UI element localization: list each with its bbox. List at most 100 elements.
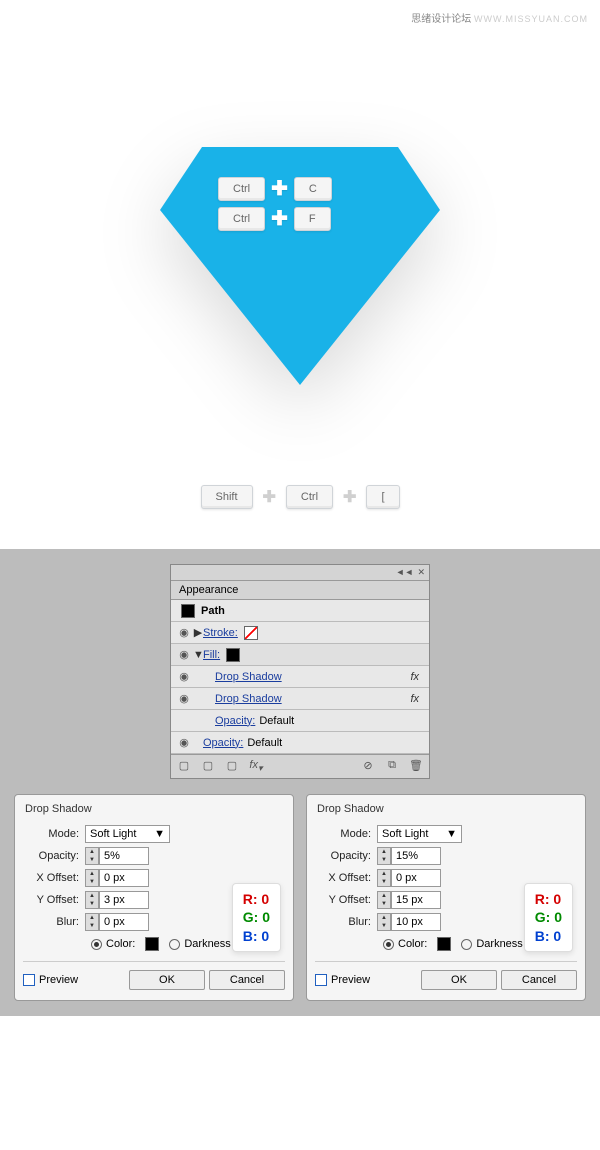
fill-link[interactable]: Fill: [203,649,220,661]
blur-label: Blur: [315,916,377,928]
expand-icon[interactable]: ▶ [193,626,203,639]
effect-link[interactable]: Drop Shadow [215,693,282,705]
opacity-label: Opacity: [315,850,377,862]
add-stroke-icon[interactable]: ▢ [199,759,217,774]
illustration-area: 思绪设计论坛 WWW.MISSYUAN.COM Ctrl ✚ C Ctrl ✚ … [0,0,600,549]
rgb-g: G: 0 [243,908,270,926]
color-label: Color: [106,938,135,950]
clear-icon[interactable]: ⊘ [359,759,377,774]
panel-close-icon[interactable]: ✕ [417,567,425,578]
blur-stepper[interactable]: ▲▼ [85,913,99,931]
chevron-down-icon: ▼ [446,828,457,840]
path-header-row[interactable]: Path [171,600,429,622]
opacity-label: Opacity: [23,850,85,862]
yoffset-input[interactable] [99,891,149,909]
xoffset-label: X Offset: [23,872,85,884]
blur-input[interactable] [99,913,149,931]
rgb-callout: R: 0 G: 0 B: 0 [232,883,281,952]
delete-icon[interactable]: 🗑 [407,759,425,774]
canvas: Ctrl ✚ C Ctrl ✚ F [0,25,600,465]
opacity-row[interactable]: ◉ Opacity: Default [171,732,429,754]
fx-icon[interactable]: fx [410,693,425,705]
key-f: F [294,207,331,231]
xoffset-input[interactable] [99,869,149,887]
xoffset-stepper[interactable]: ▲▼ [377,869,391,887]
opacity-link[interactable]: Opacity: [203,737,243,749]
key-ctrl: Ctrl [218,207,265,231]
plus-icon: ✚ [263,487,276,507]
blur-stepper[interactable]: ▲▼ [377,913,391,931]
opacity-input[interactable] [99,847,149,865]
key-shift: Shift [201,485,253,509]
visibility-icon[interactable]: ◉ [175,736,193,749]
duplicate-icon[interactable]: ⧉ [383,759,401,774]
panel-collapse-icon[interactable]: ◄◄ [396,567,414,578]
key-bracket: [ [366,485,399,509]
darkness-radio[interactable] [461,939,472,950]
xoffset-label: X Offset: [315,872,377,884]
drop-shadow-dialog: Drop Shadow Mode: Soft Light▼ Opacity: ▲… [14,794,294,1001]
color-radio[interactable] [91,939,102,950]
mode-select[interactable]: Soft Light▼ [85,825,170,843]
plus-icon: ✚ [271,179,288,199]
yoffset-label: Y Offset: [315,894,377,906]
ok-button[interactable]: OK [421,970,497,990]
yoffset-stepper[interactable]: ▲▼ [85,891,99,909]
rgb-b: B: 0 [243,927,270,945]
preview-checkbox[interactable] [315,974,327,986]
appearance-panel: ◄◄ ✕ Appearance Path ◉ ▶ Stroke: ◉ ▼ Fil… [170,564,430,779]
cancel-button[interactable]: Cancel [209,970,285,990]
opacity-stepper[interactable]: ▲▼ [377,847,391,865]
cancel-button[interactable]: Cancel [501,970,577,990]
stroke-link[interactable]: Stroke: [203,627,238,639]
new-art-icon[interactable]: ▢ [175,759,193,774]
drop-shadow-row[interactable]: ◉ Drop Shadow fx [171,688,429,710]
preview-checkbox[interactable] [23,974,35,986]
stroke-row[interactable]: ◉ ▶ Stroke: [171,622,429,644]
mode-select[interactable]: Soft Light▼ [377,825,462,843]
darkness-label: Darkness [184,938,230,950]
fill-swatch[interactable] [226,648,240,662]
drop-shadow-row[interactable]: ◉ Drop Shadow fx [171,666,429,688]
watermark-en: WWW.MISSYUAN.COM [474,14,588,24]
color-swatch[interactable] [145,937,159,951]
xoffset-input[interactable] [391,869,441,887]
opacity-link[interactable]: Opacity: [215,715,255,727]
panel-header-controls: ◄◄ ✕ [171,565,429,581]
yoffset-stepper[interactable]: ▲▼ [377,891,391,909]
appearance-tab[interactable]: Appearance [171,581,429,600]
key-ctrl: Ctrl [218,177,265,201]
watermark: 思绪设计论坛 WWW.MISSYUAN.COM [0,10,600,25]
visibility-icon[interactable]: ◉ [175,692,193,705]
stroke-swatch[interactable] [244,626,258,640]
fill-row[interactable]: ◉ ▼ Fill: [171,644,429,666]
opacity-value: Default [247,737,282,749]
rgb-callout: R: 0 G: 0 B: 0 [524,883,573,952]
add-fill-icon[interactable]: ▢ [223,759,241,774]
effect-link[interactable]: Drop Shadow [215,671,282,683]
plus-icon: ✚ [271,209,288,229]
key-c: C [294,177,332,201]
opacity-input[interactable] [391,847,441,865]
visibility-icon[interactable]: ◉ [175,670,193,683]
fx-menu-icon[interactable]: fx▾ [247,759,265,774]
ok-button[interactable]: OK [129,970,205,990]
opacity-stepper[interactable]: ▲▼ [85,847,99,865]
yoffset-input[interactable] [391,891,441,909]
yoffset-label: Y Offset: [23,894,85,906]
fx-icon[interactable]: fx [410,671,425,683]
blur-input[interactable] [391,913,441,931]
panels-area: ◄◄ ✕ Appearance Path ◉ ▶ Stroke: ◉ ▼ Fil… [0,549,600,1016]
color-swatch[interactable] [437,937,451,951]
darkness-radio[interactable] [169,939,180,950]
opacity-row[interactable]: ◉ Opacity: Default [171,710,429,732]
collapse-icon[interactable]: ▼ [193,649,203,661]
xoffset-stepper[interactable]: ▲▼ [85,869,99,887]
diamond-shape: Ctrl ✚ C Ctrl ✚ F [160,105,440,385]
visibility-icon[interactable]: ◉ [175,648,193,661]
chevron-down-icon: ▼ [154,828,165,840]
color-radio[interactable] [383,939,394,950]
panel-footer: ▢ ▢ ▢ fx▾ ⊘ ⧉ 🗑 [171,754,429,778]
visibility-icon[interactable]: ◉ [175,626,193,639]
color-label: Color: [398,938,427,950]
